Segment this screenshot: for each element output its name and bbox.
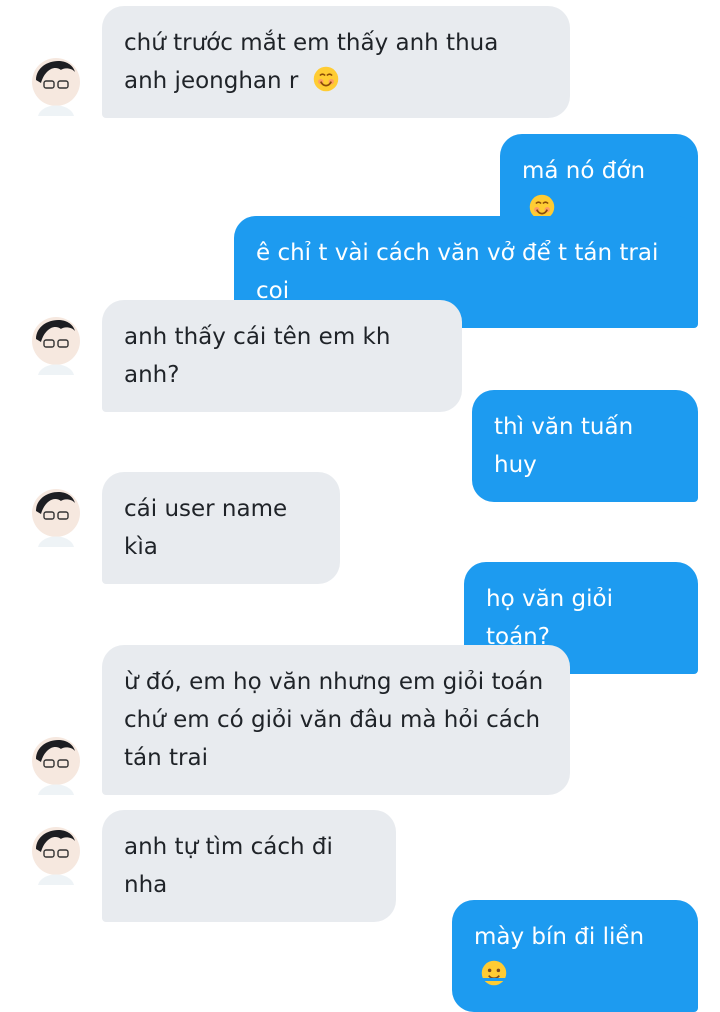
contact-avatar[interactable] — [28, 815, 84, 885]
message-text: ê chỉ t vài cách văn vở để t tán trai co… — [256, 240, 659, 304]
contact-avatar[interactable] — [28, 46, 84, 116]
message-text: cái user name kìa — [124, 496, 288, 560]
incoming-message-bubble[interactable]: ừ đó, em họ văn nhưng em giỏi toán chứ e… — [102, 645, 570, 795]
message-text: anh tự tìm cách đi nha — [124, 834, 333, 898]
profile-photo-icon — [32, 737, 80, 795]
incoming-message-bubble[interactable]: chứ trước mắt em thấy anh thua anh jeong… — [102, 6, 570, 118]
message-text: thì văn tuấn huy — [494, 414, 634, 478]
contact-avatar[interactable] — [28, 725, 84, 795]
smiling-blush-emoji-icon — [313, 66, 338, 92]
outgoing-message-bubble[interactable]: thì văn tuấn huy — [472, 390, 698, 502]
profile-photo-icon — [32, 489, 80, 547]
incoming-message-bubble[interactable]: cái user name kìa — [102, 472, 340, 584]
message-text: họ văn giỏi toán? — [486, 586, 614, 650]
incoming-message-bubble[interactable]: anh tự tìm cách đi nha — [102, 810, 396, 922]
profile-photo-icon — [32, 827, 80, 885]
incoming-message-bubble[interactable]: anh thấy cái tên em kh anh? — [102, 300, 462, 412]
message-text: ừ đó, em họ văn nhưng em giỏi toán chứ e… — [124, 669, 544, 771]
message-text: anh thấy cái tên em kh anh? — [124, 324, 391, 388]
profile-photo-icon — [32, 58, 80, 116]
outgoing-message-bubble[interactable]: mày bín đi liền — [452, 900, 698, 1012]
slight-smile-emoji-icon — [481, 960, 507, 986]
message-text: má nó đớn — [522, 158, 646, 184]
contact-avatar[interactable] — [28, 305, 84, 375]
contact-avatar[interactable] — [28, 477, 84, 547]
message-text: mày bín đi liền — [474, 924, 645, 950]
profile-photo-icon — [32, 317, 80, 375]
